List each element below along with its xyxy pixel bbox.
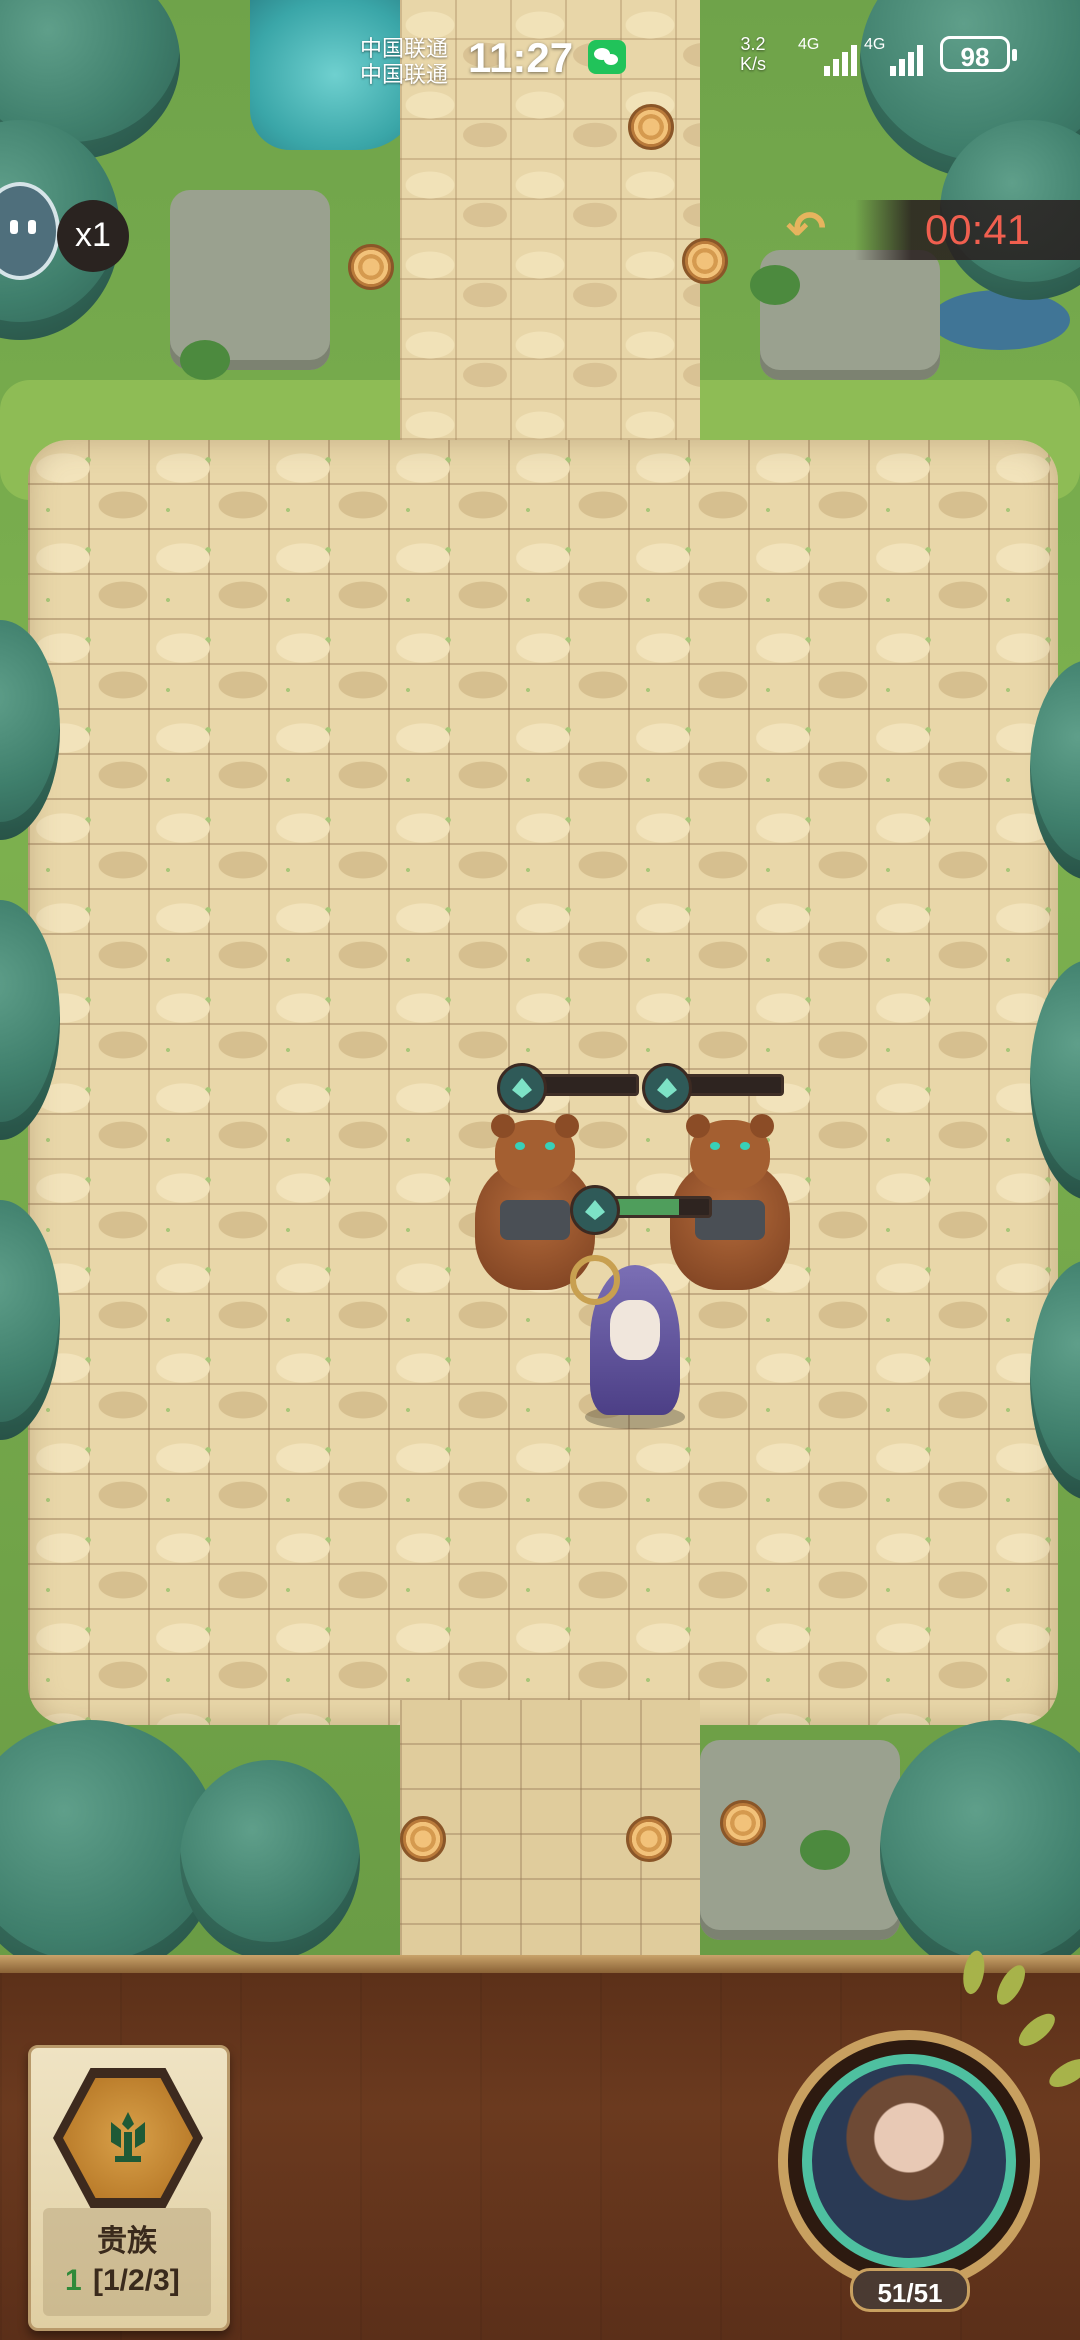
hero-avatar [802, 2054, 1016, 2268]
enemy-rank-gem-icon [642, 1063, 692, 1113]
enemy-hp-bar [497, 1063, 639, 1113]
signal-2-label: 4G [864, 36, 886, 53]
tree [880, 1720, 1080, 1960]
signal-bars-icon [890, 44, 923, 76]
undo-arrow-icon[interactable]: ↶ [780, 204, 832, 256]
trait-hex-frame [53, 2068, 203, 2208]
net-speed-value: 3.2 [740, 34, 766, 54]
system-status-bar: 中国联通 中国联通 11:27 3.2 K/s 4G 4G 98 [360, 30, 1040, 90]
tree [180, 1760, 360, 1960]
net-speed-unit: K/s [740, 54, 767, 74]
clock: 11:27 [468, 34, 574, 81]
wizard-hero-unit[interactable] [570, 1235, 700, 1429]
battery-indicator: 98 [940, 36, 1017, 72]
tree-stump [682, 238, 728, 284]
trait-active-count: 1 [65, 2264, 82, 2297]
tree-stump [348, 244, 394, 290]
carrier-labels: 中国联通 中国联通 [360, 36, 448, 88]
carrier-1: 中国联通 [360, 36, 449, 61]
bush [800, 1830, 850, 1870]
trait-label-area: 贵族 1 [1/2/3] [43, 2208, 211, 2316]
hero-portrait[interactable] [778, 2030, 1040, 2292]
tree-stump [628, 104, 674, 150]
hero-hp-counter: 51/51 [850, 2268, 970, 2312]
trait-tiers: [1/2/3] [93, 2264, 180, 2297]
tree-stump [720, 1800, 766, 1846]
network-speed: 3.2 K/s [740, 34, 766, 74]
wizard-rank-gem-icon [570, 1185, 620, 1235]
wizard-hp-bar [570, 1185, 712, 1235]
signal-bars-icon [824, 44, 857, 76]
tree-stump [626, 1816, 672, 1862]
trait-card-noble[interactable]: 贵族 1 [1/2/3] [28, 2045, 230, 2331]
battle-map [0, 0, 1080, 1960]
battle-timer: 00:41 [855, 200, 1080, 260]
enemy-rank-gem-icon [497, 1063, 547, 1113]
pond-water [930, 290, 1070, 350]
trait-name: 贵族 [97, 2225, 157, 2258]
enemy-hp-bar [642, 1063, 784, 1113]
wechat-icon [588, 40, 626, 74]
signal-1-label: 4G [798, 36, 820, 53]
bush [750, 265, 800, 305]
bush [180, 340, 230, 380]
carrier-2: 中国联通 [360, 62, 449, 87]
speed-toggle-button[interactable]: x1 [57, 200, 129, 272]
tree-stump [400, 1816, 446, 1862]
noble-crest-icon [111, 2112, 145, 2162]
